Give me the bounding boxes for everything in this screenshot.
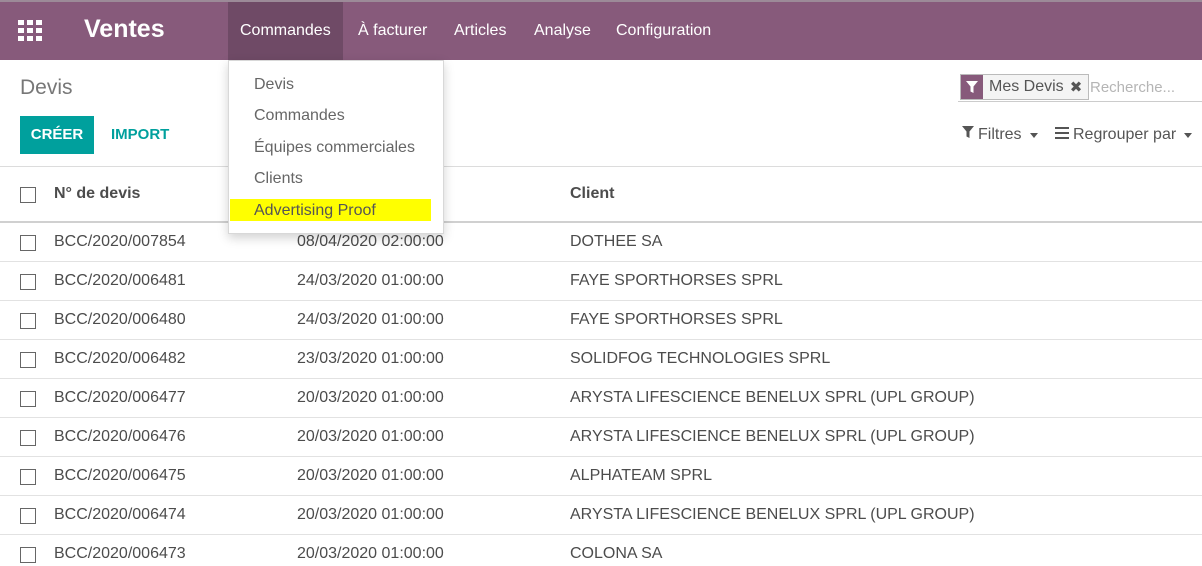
commandes-dropdown-menu: Devis Commandes Équipes commerciales Cli…: [228, 60, 444, 234]
menu-configuration[interactable]: Configuration: [604, 2, 723, 60]
quote-date: 20/03/2020 01:00:00: [297, 545, 444, 562]
dropdown-item-label: Clients: [254, 170, 303, 187]
row-checkbox[interactable]: [20, 352, 36, 368]
table-row[interactable]: BCC/2020/006475 20/03/2020 01:00:00 ALPH…: [0, 457, 1202, 496]
dropdown-item-advertising-proof[interactable]: Advertising Proof: [229, 197, 443, 225]
quote-date: 20/03/2020 01:00:00: [297, 428, 444, 445]
quote-number: BCC/2020/006477: [54, 389, 186, 406]
row-checkbox[interactable]: [20, 235, 36, 251]
menu-analyse[interactable]: Analyse: [522, 2, 603, 60]
quote-date: 24/03/2020 01:00:00: [297, 272, 444, 289]
quote-client: ARYSTA LIFESCIENCE BENELUX SPRL (UPL GRO…: [570, 389, 975, 406]
table-row[interactable]: BCC/2020/006476 20/03/2020 01:00:00 ARYS…: [0, 418, 1202, 457]
row-checkbox[interactable]: [20, 274, 36, 290]
quote-client: DOTHEE SA: [570, 233, 663, 250]
menu-commandes[interactable]: Commandes: [228, 2, 343, 60]
table-row[interactable]: BCC/2020/007854 08/04/2020 02:00:00 DOTH…: [0, 223, 1202, 262]
table-row[interactable]: BCC/2020/006474 20/03/2020 01:00:00 ARYS…: [0, 496, 1202, 535]
row-checkbox[interactable]: [20, 469, 36, 485]
menu-a-facturer[interactable]: À facturer: [346, 2, 439, 60]
table-row[interactable]: BCC/2020/006473 20/03/2020 01:00:00 COLO…: [0, 535, 1202, 566]
table-row[interactable]: BCC/2020/006477 20/03/2020 01:00:00 ARYS…: [0, 379, 1202, 418]
select-all-checkbox[interactable]: [20, 187, 36, 203]
dropdown-item-label: Devis: [254, 76, 295, 93]
quote-date: 23/03/2020 01:00:00: [297, 350, 444, 367]
quote-client: FAYE SPORTHORSES SPRL: [570, 272, 783, 289]
close-icon[interactable]: ✖: [1070, 78, 1089, 96]
row-checkbox[interactable]: [20, 313, 36, 329]
dropdown-item-clients[interactable]: Clients: [229, 165, 443, 193]
groupby-label: Regrouper par: [1073, 126, 1177, 143]
table-row[interactable]: BCC/2020/006480 24/03/2020 01:00:00 FAYE…: [0, 301, 1202, 340]
row-checkbox[interactable]: [20, 547, 36, 563]
search-bar: Mes Devis ✖: [958, 72, 1202, 102]
row-checkbox[interactable]: [20, 391, 36, 407]
filters-label: Filtres: [978, 126, 1022, 143]
page-title: Devis: [20, 76, 73, 99]
table-row[interactable]: BCC/2020/006482 23/03/2020 01:00:00 SOLI…: [0, 340, 1202, 379]
quote-date: 08/04/2020 02:00:00: [297, 233, 444, 250]
app-title: Ventes: [84, 15, 165, 43]
column-header-client[interactable]: Client: [570, 185, 614, 203]
quote-client: COLONA SA: [570, 545, 663, 562]
dropdown-item-commandes[interactable]: Commandes: [229, 102, 443, 130]
quote-number: BCC/2020/006480: [54, 311, 186, 328]
facet-label: Mes Devis: [989, 78, 1064, 95]
list-icon: [1055, 126, 1069, 144]
quote-date: 20/03/2020 01:00:00: [297, 506, 444, 523]
quote-number: BCC/2020/006481: [54, 272, 186, 289]
table-row[interactable]: BCC/2020/006481 24/03/2020 01:00:00 FAYE…: [0, 262, 1202, 301]
create-button[interactable]: CRÉER: [20, 116, 94, 154]
table-header: N° de devis Client: [0, 167, 1202, 223]
quote-client: ALPHATEAM SPRL: [570, 467, 712, 484]
quote-client: SOLIDFOG TECHNOLOGIES SPRL: [570, 350, 831, 367]
quote-client: FAYE SPORTHORSES SPRL: [570, 311, 783, 328]
dropdown-item-devis[interactable]: Devis: [229, 71, 443, 99]
row-checkbox[interactable]: [20, 430, 36, 446]
quote-number: BCC/2020/006482: [54, 350, 186, 367]
quote-number: BCC/2020/006476: [54, 428, 186, 445]
dropdown-item-label: Équipes commerciales: [254, 139, 415, 156]
filter-icon: [962, 126, 974, 144]
quote-date: 24/03/2020 01:00:00: [297, 311, 444, 328]
quote-client: ARYSTA LIFESCIENCE BENELUX SPRL (UPL GRO…: [570, 506, 975, 523]
row-checkbox[interactable]: [20, 508, 36, 524]
groupby-dropdown[interactable]: Regrouper par: [1055, 124, 1193, 146]
dropdown-item-label: Commandes: [254, 107, 345, 124]
import-button[interactable]: IMPORT: [104, 116, 176, 154]
dropdown-item-label: Advertising Proof: [254, 202, 376, 219]
menu-articles[interactable]: Articles: [442, 2, 518, 60]
quote-number: BCC/2020/006474: [54, 506, 186, 523]
quote-number: BCC/2020/006473: [54, 545, 186, 562]
filters-dropdown[interactable]: Filtres: [962, 124, 1038, 146]
search-input[interactable]: [1090, 76, 1198, 98]
search-facet: Mes Devis ✖: [960, 74, 1090, 100]
caret-down-icon: [1184, 132, 1193, 138]
quote-date: 20/03/2020 01:00:00: [297, 467, 444, 484]
quote-number: BCC/2020/006475: [54, 467, 186, 484]
top-navbar: Ventes Commandes À facturer Articles Ana…: [0, 0, 1202, 60]
apps-grid-icon[interactable]: [18, 20, 44, 42]
quote-client: ARYSTA LIFESCIENCE BENELUX SPRL (UPL GRO…: [570, 428, 975, 445]
dropdown-item-equipes-commerciales[interactable]: Équipes commerciales: [229, 134, 443, 162]
quote-number: BCC/2020/007854: [54, 233, 186, 250]
caret-down-icon: [1029, 132, 1038, 138]
filter-icon: [961, 75, 983, 99]
quote-date: 20/03/2020 01:00:00: [297, 389, 444, 406]
column-header-number[interactable]: N° de devis: [54, 185, 140, 203]
